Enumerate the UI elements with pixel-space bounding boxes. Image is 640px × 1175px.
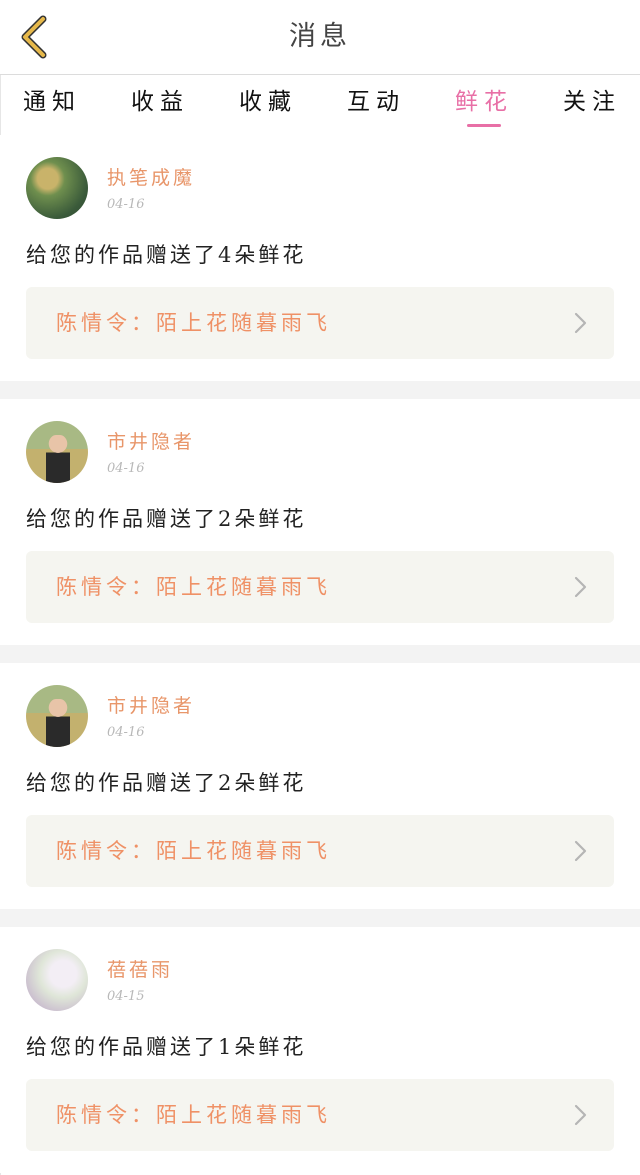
sender-name[interactable]: 执笔成魔 [107, 163, 195, 190]
work-link[interactable]: 陈情令：陌上花随暮雨飞 [26, 287, 614, 359]
sender-name[interactable]: 蓓蓓雨 [107, 955, 173, 982]
tab-notifications[interactable]: 通知 [22, 85, 82, 131]
work-title: 陈情令：陌上花随暮雨飞 [56, 575, 331, 599]
work-title: 陈情令：陌上花随暮雨飞 [56, 839, 331, 863]
work-link[interactable]: 陈情令：陌上花随暮雨飞 [26, 815, 614, 887]
tab-label: 通知 [23, 89, 81, 115]
avatar[interactable] [26, 685, 88, 747]
list-item: 执笔成魔 04-16 给您的作品赠送了4朵鲜花 陈情令：陌上花随暮雨飞 [0, 135, 640, 381]
timestamp: 04-16 [107, 197, 145, 212]
avatar[interactable] [26, 949, 88, 1011]
avatar[interactable] [26, 157, 88, 219]
divider [0, 645, 640, 663]
tab-label: 关注 [563, 89, 621, 115]
divider [0, 381, 640, 399]
work-title: 陈情令：陌上花随暮雨飞 [56, 311, 331, 335]
notification-message: 给您的作品赠送了2朵鲜花 [26, 771, 307, 795]
chevron-right-icon [574, 312, 587, 334]
tab-favorites[interactable]: 收藏 [238, 85, 298, 131]
avatar[interactable] [26, 421, 88, 483]
notification-message: 给您的作品赠送了4朵鲜花 [26, 243, 307, 267]
chevron-right-icon [574, 576, 587, 598]
timestamp: 04-16 [107, 725, 145, 740]
notification-list: 执笔成魔 04-16 给您的作品赠送了4朵鲜花 陈情令：陌上花随暮雨飞 市井隐者… [0, 135, 640, 1173]
timestamp: 04-16 [107, 461, 145, 476]
work-link[interactable]: 陈情令：陌上花随暮雨飞 [26, 551, 614, 623]
list-item: 蓓蓓雨 04-15 给您的作品赠送了1朵鲜花 陈情令：陌上花随暮雨飞 [0, 927, 640, 1173]
work-title: 陈情令：陌上花随暮雨飞 [56, 1103, 331, 1127]
tab-flowers[interactable]: 鲜花 [454, 85, 514, 131]
work-link[interactable]: 陈情令：陌上花随暮雨飞 [26, 1079, 614, 1151]
chevron-right-icon [574, 1104, 587, 1126]
list-item: 市井隐者 04-16 给您的作品赠送了2朵鲜花 陈情令：陌上花随暮雨飞 [0, 663, 640, 909]
page-title: 消息 [289, 21, 351, 52]
tab-bar: 通知 收益 收藏 互动 鲜花 关注 [0, 75, 640, 135]
tab-following[interactable]: 关注 [562, 85, 622, 131]
tab-label: 收益 [131, 89, 189, 115]
sender-name[interactable]: 市井隐者 [107, 427, 195, 454]
top-bar: 消息 [0, 0, 640, 75]
notification-message: 给您的作品赠送了2朵鲜花 [26, 507, 307, 531]
timestamp: 04-15 [107, 989, 145, 1004]
list-item: 市井隐者 04-16 给您的作品赠送了2朵鲜花 陈情令：陌上花随暮雨飞 [0, 399, 640, 645]
sender-name[interactable]: 市井隐者 [107, 691, 195, 718]
tab-earnings[interactable]: 收益 [130, 85, 190, 131]
active-tab-indicator [467, 124, 501, 127]
tab-label: 鲜花 [455, 89, 513, 115]
tab-label: 互动 [347, 89, 405, 115]
divider [0, 909, 640, 927]
tab-label: 收藏 [239, 89, 297, 115]
notification-message: 给您的作品赠送了1朵鲜花 [26, 1035, 307, 1059]
chevron-right-icon [574, 840, 587, 862]
tab-interaction[interactable]: 互动 [346, 85, 406, 131]
